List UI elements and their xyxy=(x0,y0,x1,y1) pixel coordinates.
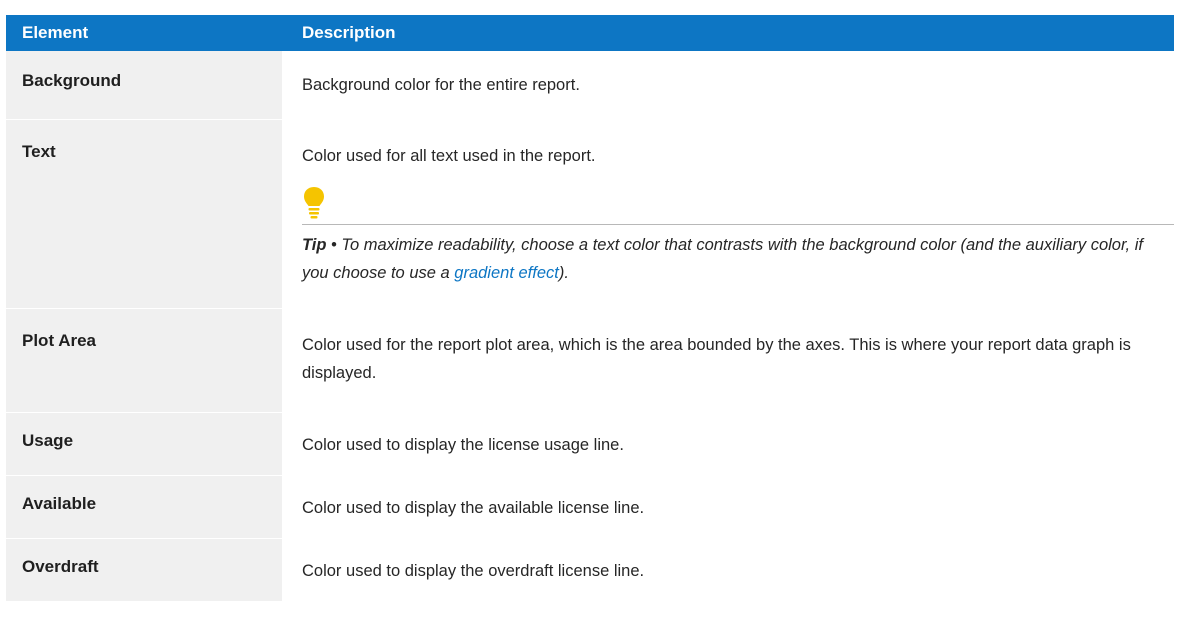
header-element: Element xyxy=(22,23,89,42)
gradient-effect-link[interactable]: gradient effect xyxy=(454,264,559,282)
header-description: Description xyxy=(302,23,396,42)
tip-separator: • xyxy=(326,236,342,254)
row-element: Overdraft xyxy=(6,539,282,601)
row-description-cell: Color used for all text used in the repo… xyxy=(282,120,1174,308)
tip-text-before: To maximize readability, choose a text c… xyxy=(302,236,1143,282)
tip-label: Tip xyxy=(302,236,327,254)
row-element: Available xyxy=(6,476,282,538)
table-row: Background Background color for the enti… xyxy=(6,51,1174,120)
row-element: Plot Area xyxy=(6,309,282,412)
tip-text: Tip • To maximize readability, choose a … xyxy=(302,231,1162,287)
tip-divider xyxy=(302,224,1174,225)
table-header: Element Description xyxy=(6,15,1174,51)
table-row: Plot Area Color used for the report plot… xyxy=(6,309,1174,413)
row-element: Usage xyxy=(6,413,282,475)
table-row: Text Color used for all text used in the… xyxy=(6,120,1174,309)
tip-text-after: ). xyxy=(558,264,569,282)
table-row: Available Color used to display the avai… xyxy=(6,476,1174,539)
row-description: Color used to display the overdraft lice… xyxy=(302,562,645,580)
row-element: Background xyxy=(6,51,282,119)
row-description: Color used to display the license usage … xyxy=(302,436,624,454)
table-row: Overdraft Color used to display the over… xyxy=(6,539,1174,602)
lightbulb-icon xyxy=(304,187,324,219)
row-description: Background color for the entire report. xyxy=(302,76,580,94)
element-description-table: Element Description Background Backgroun… xyxy=(6,15,1174,602)
table-row: Usage Color used to display the license … xyxy=(6,413,1174,476)
row-description: Color used for the report plot area, whi… xyxy=(302,336,1131,382)
row-element: Text xyxy=(6,120,282,308)
row-description: Color used for all text used in the repo… xyxy=(302,147,596,165)
row-description: Color used to display the available lice… xyxy=(302,499,645,517)
